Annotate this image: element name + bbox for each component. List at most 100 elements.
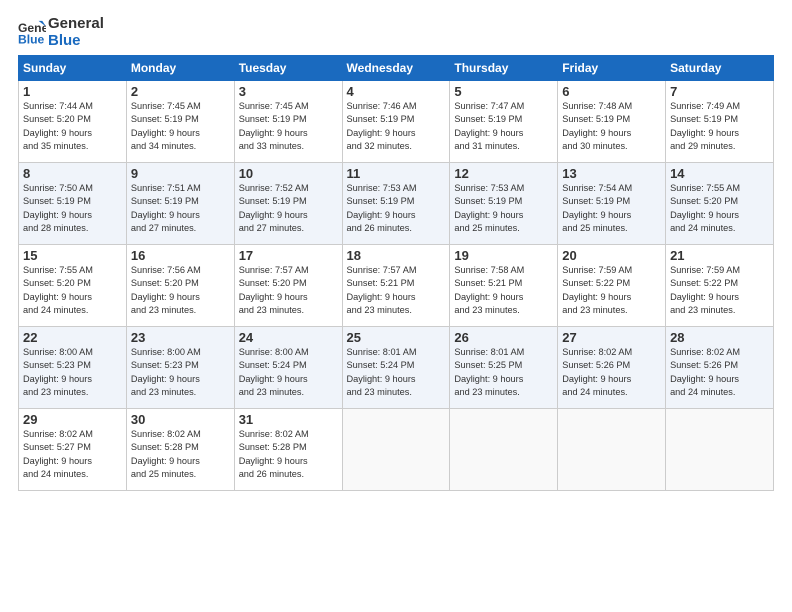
- day-info: Sunrise: 7:56 AMSunset: 5:20 PMDaylight:…: [131, 264, 230, 317]
- logo-blue: Blue: [48, 33, 104, 50]
- day-number: 26: [454, 330, 553, 345]
- logo-icon: General Blue: [18, 19, 46, 47]
- calendar-cell: 5Sunrise: 7:47 AMSunset: 5:19 PMDaylight…: [450, 81, 558, 163]
- day-info: Sunrise: 7:53 AMSunset: 5:19 PMDaylight:…: [454, 182, 553, 235]
- calendar-cell: 6Sunrise: 7:48 AMSunset: 5:19 PMDaylight…: [558, 81, 666, 163]
- day-info: Sunrise: 7:59 AMSunset: 5:22 PMDaylight:…: [562, 264, 661, 317]
- calendar-cell: 8Sunrise: 7:50 AMSunset: 5:19 PMDaylight…: [19, 163, 127, 245]
- weekday-header-row: SundayMondayTuesdayWednesdayThursdayFrid…: [19, 56, 774, 81]
- day-number: 5: [454, 84, 553, 99]
- calendar-cell: 17Sunrise: 7:57 AMSunset: 5:20 PMDayligh…: [234, 245, 342, 327]
- day-info: Sunrise: 7:49 AMSunset: 5:19 PMDaylight:…: [670, 100, 769, 153]
- day-number: 1: [23, 84, 122, 99]
- day-number: 28: [670, 330, 769, 345]
- weekday-header-tuesday: Tuesday: [234, 56, 342, 81]
- day-info: Sunrise: 7:52 AMSunset: 5:19 PMDaylight:…: [239, 182, 338, 235]
- weekday-header-friday: Friday: [558, 56, 666, 81]
- day-info: Sunrise: 8:02 AMSunset: 5:28 PMDaylight:…: [239, 428, 338, 481]
- week-row-1: 1Sunrise: 7:44 AMSunset: 5:20 PMDaylight…: [19, 81, 774, 163]
- day-number: 25: [347, 330, 446, 345]
- week-row-3: 15Sunrise: 7:55 AMSunset: 5:20 PMDayligh…: [19, 245, 774, 327]
- day-info: Sunrise: 7:59 AMSunset: 5:22 PMDaylight:…: [670, 264, 769, 317]
- day-number: 4: [347, 84, 446, 99]
- day-info: Sunrise: 7:48 AMSunset: 5:19 PMDaylight:…: [562, 100, 661, 153]
- weekday-header-saturday: Saturday: [666, 56, 774, 81]
- calendar-cell: [450, 409, 558, 491]
- calendar-cell: 14Sunrise: 7:55 AMSunset: 5:20 PMDayligh…: [666, 163, 774, 245]
- calendar-cell: 3Sunrise: 7:45 AMSunset: 5:19 PMDaylight…: [234, 81, 342, 163]
- calendar-cell: 24Sunrise: 8:00 AMSunset: 5:24 PMDayligh…: [234, 327, 342, 409]
- day-info: Sunrise: 8:00 AMSunset: 5:24 PMDaylight:…: [239, 346, 338, 399]
- calendar-cell: 13Sunrise: 7:54 AMSunset: 5:19 PMDayligh…: [558, 163, 666, 245]
- calendar-cell: 25Sunrise: 8:01 AMSunset: 5:24 PMDayligh…: [342, 327, 450, 409]
- day-info: Sunrise: 7:57 AMSunset: 5:21 PMDaylight:…: [347, 264, 446, 317]
- calendar-cell: 22Sunrise: 8:00 AMSunset: 5:23 PMDayligh…: [19, 327, 127, 409]
- day-info: Sunrise: 7:47 AMSunset: 5:19 PMDaylight:…: [454, 100, 553, 153]
- day-number: 8: [23, 166, 122, 181]
- calendar-cell: [342, 409, 450, 491]
- calendar-cell: 10Sunrise: 7:52 AMSunset: 5:19 PMDayligh…: [234, 163, 342, 245]
- calendar-cell: 26Sunrise: 8:01 AMSunset: 5:25 PMDayligh…: [450, 327, 558, 409]
- day-info: Sunrise: 7:54 AMSunset: 5:19 PMDaylight:…: [562, 182, 661, 235]
- day-info: Sunrise: 7:53 AMSunset: 5:19 PMDaylight:…: [347, 182, 446, 235]
- day-number: 11: [347, 166, 446, 181]
- day-number: 3: [239, 84, 338, 99]
- week-row-2: 8Sunrise: 7:50 AMSunset: 5:19 PMDaylight…: [19, 163, 774, 245]
- calendar-cell: 29Sunrise: 8:02 AMSunset: 5:27 PMDayligh…: [19, 409, 127, 491]
- day-info: Sunrise: 7:50 AMSunset: 5:19 PMDaylight:…: [23, 182, 122, 235]
- calendar-cell: 31Sunrise: 8:02 AMSunset: 5:28 PMDayligh…: [234, 409, 342, 491]
- day-number: 2: [131, 84, 230, 99]
- day-number: 22: [23, 330, 122, 345]
- weekday-header-thursday: Thursday: [450, 56, 558, 81]
- weekday-header-monday: Monday: [126, 56, 234, 81]
- day-number: 30: [131, 412, 230, 427]
- calendar-cell: [666, 409, 774, 491]
- svg-text:Blue: Blue: [18, 32, 45, 46]
- day-number: 31: [239, 412, 338, 427]
- calendar-cell: 21Sunrise: 7:59 AMSunset: 5:22 PMDayligh…: [666, 245, 774, 327]
- calendar-cell: 4Sunrise: 7:46 AMSunset: 5:19 PMDaylight…: [342, 81, 450, 163]
- day-info: Sunrise: 7:45 AMSunset: 5:19 PMDaylight:…: [239, 100, 338, 153]
- day-info: Sunrise: 8:02 AMSunset: 5:28 PMDaylight:…: [131, 428, 230, 481]
- day-info: Sunrise: 8:01 AMSunset: 5:24 PMDaylight:…: [347, 346, 446, 399]
- day-number: 20: [562, 248, 661, 263]
- calendar-cell: 18Sunrise: 7:57 AMSunset: 5:21 PMDayligh…: [342, 245, 450, 327]
- day-number: 6: [562, 84, 661, 99]
- calendar-cell: 30Sunrise: 8:02 AMSunset: 5:28 PMDayligh…: [126, 409, 234, 491]
- day-number: 10: [239, 166, 338, 181]
- day-number: 7: [670, 84, 769, 99]
- day-number: 17: [239, 248, 338, 263]
- calendar-cell: [558, 409, 666, 491]
- calendar-table: SundayMondayTuesdayWednesdayThursdayFrid…: [18, 55, 774, 491]
- day-info: Sunrise: 7:58 AMSunset: 5:21 PMDaylight:…: [454, 264, 553, 317]
- calendar-cell: 12Sunrise: 7:53 AMSunset: 5:19 PMDayligh…: [450, 163, 558, 245]
- day-info: Sunrise: 7:55 AMSunset: 5:20 PMDaylight:…: [670, 182, 769, 235]
- weekday-header-sunday: Sunday: [19, 56, 127, 81]
- calendar-cell: 11Sunrise: 7:53 AMSunset: 5:19 PMDayligh…: [342, 163, 450, 245]
- calendar-cell: 16Sunrise: 7:56 AMSunset: 5:20 PMDayligh…: [126, 245, 234, 327]
- day-number: 9: [131, 166, 230, 181]
- calendar-cell: 7Sunrise: 7:49 AMSunset: 5:19 PMDaylight…: [666, 81, 774, 163]
- day-number: 13: [562, 166, 661, 181]
- day-number: 12: [454, 166, 553, 181]
- day-info: Sunrise: 7:44 AMSunset: 5:20 PMDaylight:…: [23, 100, 122, 153]
- calendar-cell: 2Sunrise: 7:45 AMSunset: 5:19 PMDaylight…: [126, 81, 234, 163]
- page-header: General Blue General Blue: [18, 16, 774, 49]
- day-number: 27: [562, 330, 661, 345]
- day-info: Sunrise: 7:45 AMSunset: 5:19 PMDaylight:…: [131, 100, 230, 153]
- day-info: Sunrise: 8:02 AMSunset: 5:27 PMDaylight:…: [23, 428, 122, 481]
- day-info: Sunrise: 8:02 AMSunset: 5:26 PMDaylight:…: [670, 346, 769, 399]
- day-number: 23: [131, 330, 230, 345]
- week-row-5: 29Sunrise: 8:02 AMSunset: 5:27 PMDayligh…: [19, 409, 774, 491]
- calendar-cell: 28Sunrise: 8:02 AMSunset: 5:26 PMDayligh…: [666, 327, 774, 409]
- weekday-header-wednesday: Wednesday: [342, 56, 450, 81]
- day-number: 21: [670, 248, 769, 263]
- day-info: Sunrise: 8:01 AMSunset: 5:25 PMDaylight:…: [454, 346, 553, 399]
- day-info: Sunrise: 7:55 AMSunset: 5:20 PMDaylight:…: [23, 264, 122, 317]
- day-number: 29: [23, 412, 122, 427]
- calendar-cell: 23Sunrise: 8:00 AMSunset: 5:23 PMDayligh…: [126, 327, 234, 409]
- day-number: 24: [239, 330, 338, 345]
- week-row-4: 22Sunrise: 8:00 AMSunset: 5:23 PMDayligh…: [19, 327, 774, 409]
- logo: General Blue General Blue: [18, 16, 104, 49]
- calendar-cell: 19Sunrise: 7:58 AMSunset: 5:21 PMDayligh…: [450, 245, 558, 327]
